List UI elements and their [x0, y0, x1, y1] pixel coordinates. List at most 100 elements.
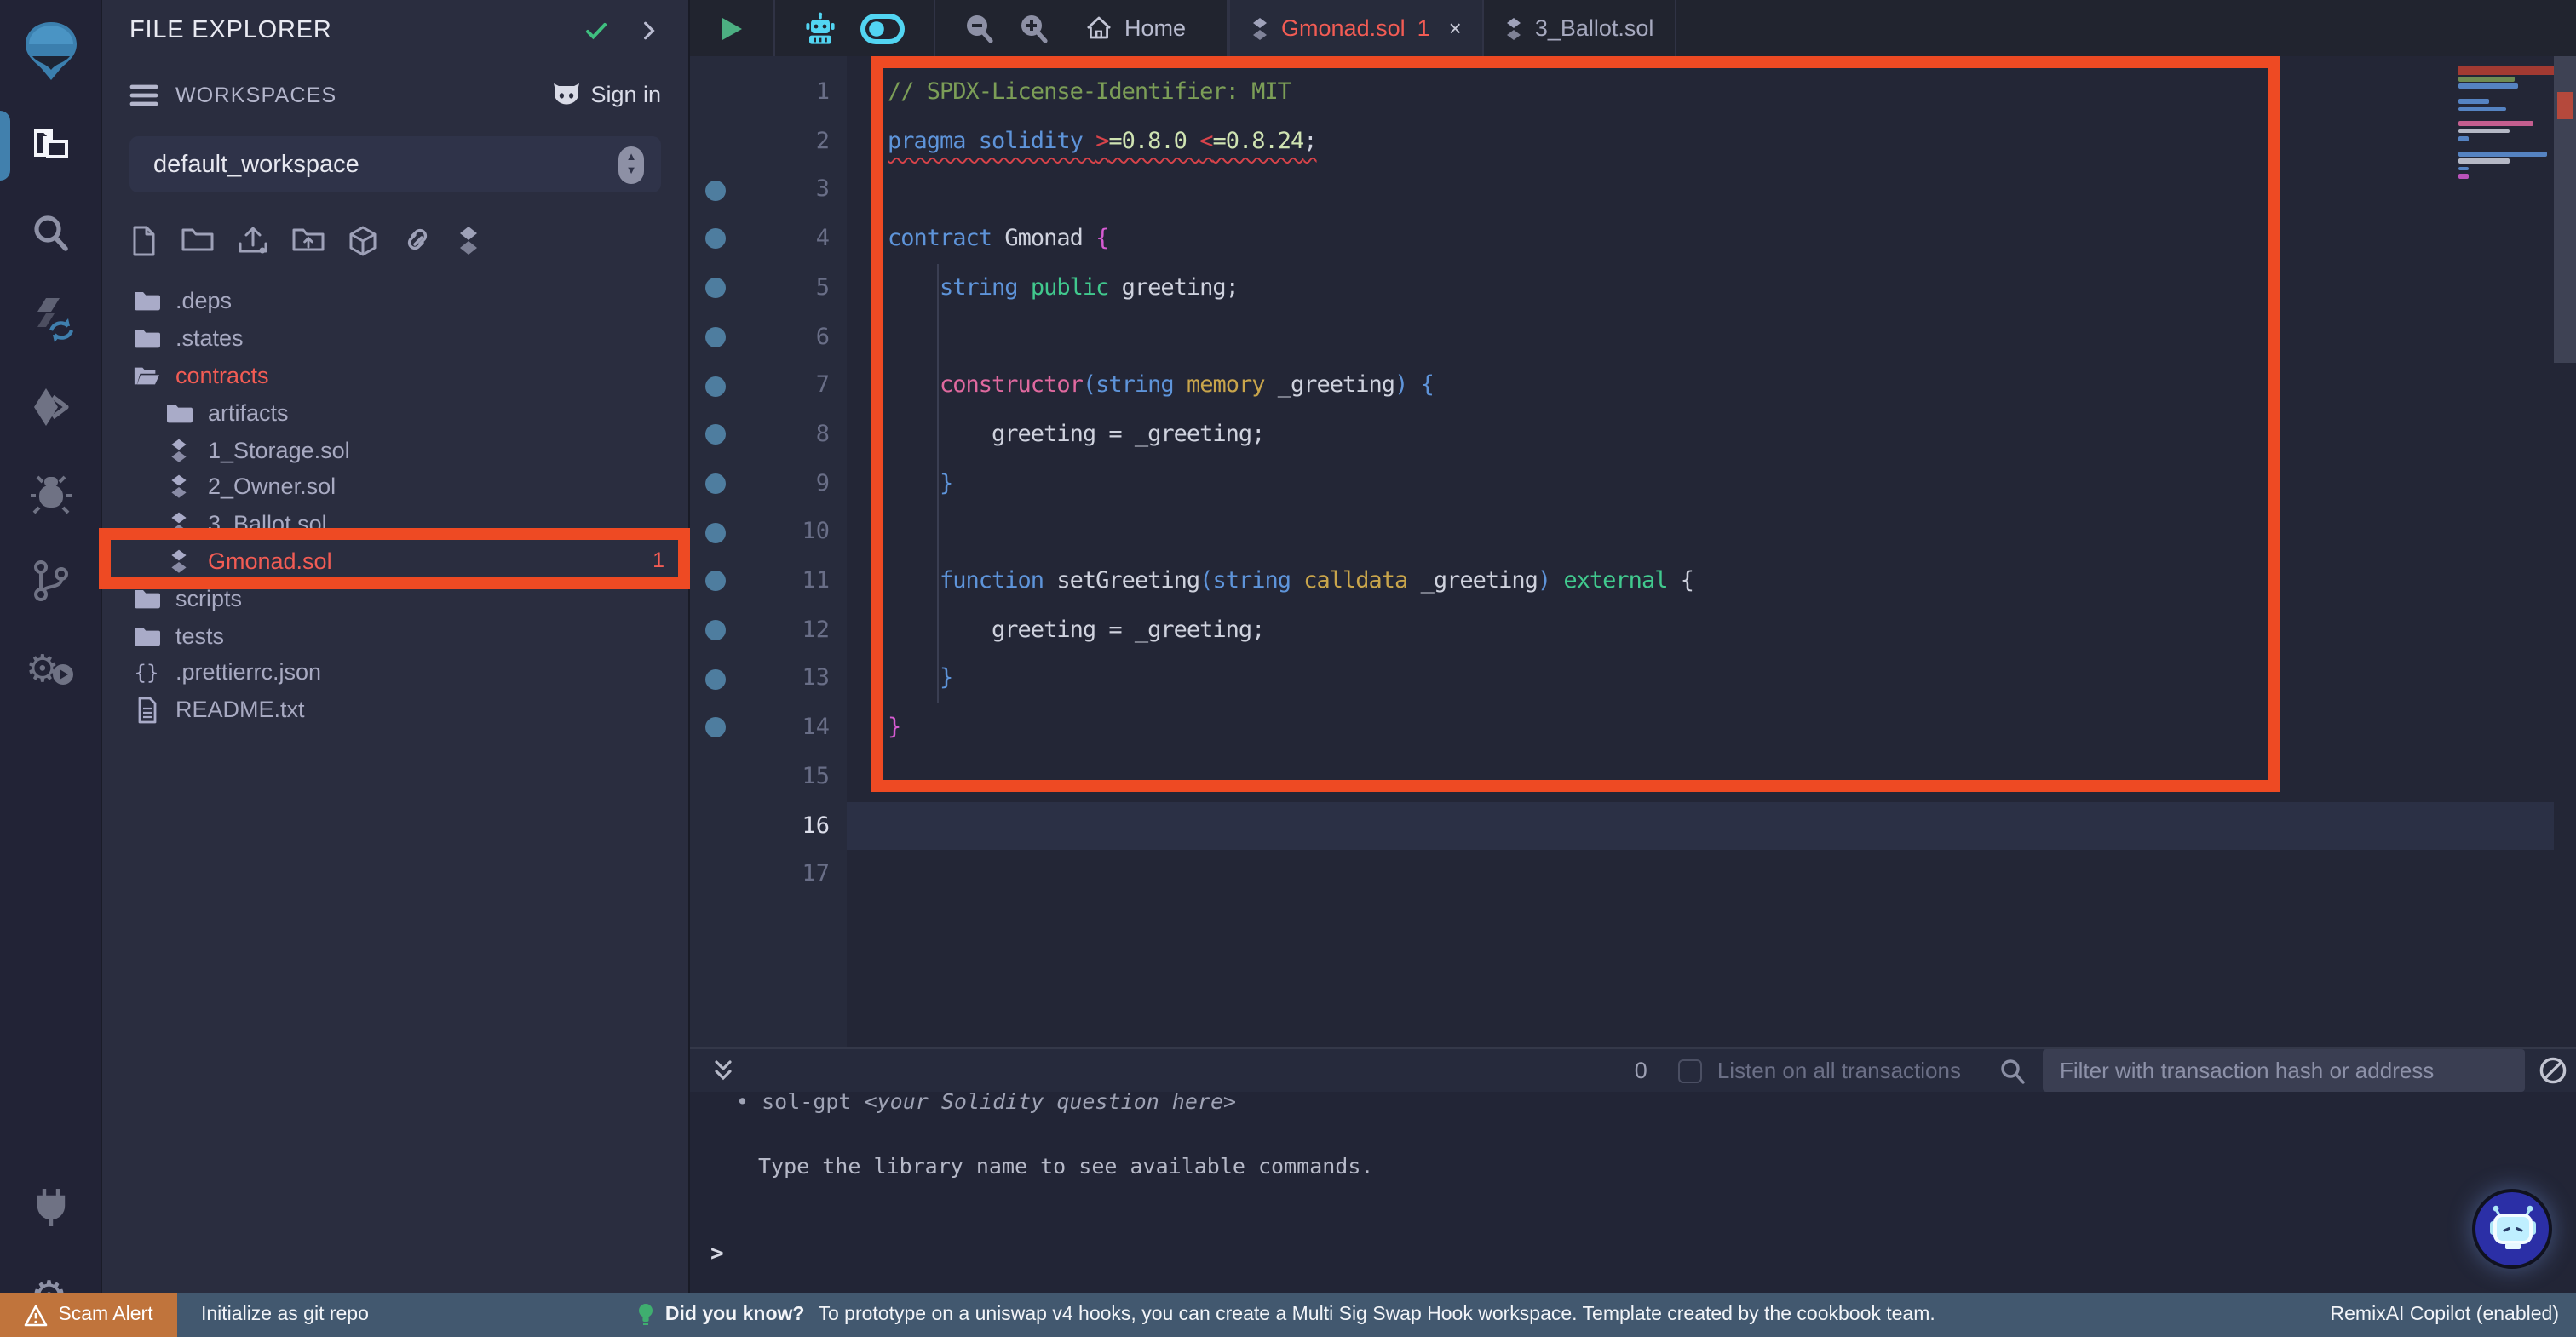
plugin-manager-icon[interactable] [0, 1163, 101, 1250]
upload-file-icon[interactable] [237, 225, 269, 257]
code-line-8: greeting = _greeting; [888, 410, 1264, 459]
explorer-toolbar [129, 225, 480, 257]
terminal-prompt[interactable]: > [710, 1242, 724, 1267]
did-you-know-tip: Did you know? To prototype on a uniswap … [638, 1303, 1935, 1327]
link-icon[interactable] [400, 225, 434, 257]
code-line-1: // SPDX-License-Identifier: MIT [888, 68, 1291, 117]
line-number: 5 [727, 264, 830, 313]
gutter-dot[interactable] [705, 327, 726, 347]
gutter-dot[interactable] [705, 620, 726, 640]
gutter-dot[interactable] [705, 425, 726, 445]
solidity-compiler-icon[interactable] [0, 276, 101, 363]
cube-icon[interactable] [348, 225, 378, 257]
solidity-file-icon [165, 511, 193, 537]
git-branch-icon[interactable] [0, 537, 101, 623]
tree-item-scripts[interactable]: scripts [102, 580, 688, 617]
line-number: 10 [727, 508, 830, 557]
tree-item-label: 2_Owner.sol [208, 474, 336, 500]
line-number: 7 [727, 361, 830, 410]
run-group [690, 0, 775, 56]
ai-assistant-button[interactable] [2472, 1189, 2552, 1269]
new-folder-icon[interactable] [181, 225, 215, 257]
tree-item-tests[interactable]: tests [102, 617, 688, 654]
plugin-gears-icon[interactable]: ⚙ [0, 623, 101, 710]
copilot-status[interactable]: RemixAI Copilot (enabled) [2331, 1305, 2559, 1325]
tab-ballot[interactable]: 3_Ballot.sol [1484, 0, 1676, 56]
tree-item-artifacts[interactable]: artifacts [102, 394, 688, 432]
gutter-dot[interactable] [705, 669, 726, 690]
line-number: 16 [727, 801, 830, 850]
tree-item--prettierrc-json[interactable]: {}.prettierrc.json [102, 654, 688, 691]
search-icon[interactable] [1998, 1057, 2026, 1084]
zoom-in-icon[interactable] [1019, 13, 1049, 43]
tree-item-readme-txt[interactable]: README.txt [102, 691, 688, 729]
listen-checkbox[interactable] [1678, 1059, 1702, 1082]
gutter-dot[interactable] [705, 718, 726, 738]
folder-icon [165, 402, 193, 424]
tree-item-3-ballot-sol[interactable]: 3_Ballot.sol [102, 506, 688, 543]
tab-error-badge: 1 [1417, 15, 1430, 41]
chevron-right-icon[interactable] [637, 19, 661, 43]
gutter-dot[interactable] [705, 278, 726, 298]
gutter-dot[interactable] [705, 522, 726, 542]
tree-item-gmonad-sol[interactable]: Gmonad.sol1 [102, 542, 688, 580]
code-area[interactable]: // SPDX-License-Identifier: MITpragma so… [847, 56, 2576, 1047]
deploy-run-icon[interactable] [0, 363, 101, 450]
new-file-icon[interactable] [129, 225, 158, 257]
copilot-toggle-icon[interactable] [860, 13, 905, 43]
icon-rail: ⚙⚙ [0, 0, 102, 1337]
tab-gmonad[interactable]: Gmonad.sol 1 × [1228, 0, 1484, 56]
workspace-select[interactable]: default_workspace ▲▼ [129, 136, 661, 192]
terminal-line: • sol-gpt <your Solidity question here> [736, 1092, 1236, 1114]
tree-item--states[interactable]: .states [102, 320, 688, 358]
ban-icon[interactable] [2539, 1056, 2567, 1085]
tree-item-2-owner-sol[interactable]: 2_Owner.sol [102, 468, 688, 506]
play-icon[interactable] [719, 14, 745, 42]
file-explorer-icon[interactable] [0, 102, 101, 189]
workspaces-row: WORKSPACES Sign in [102, 82, 688, 107]
code-editor[interactable]: 1234567891011121314151617 // SPDX-Licens… [690, 56, 2576, 1047]
workspaces-label: WORKSPACES [175, 83, 336, 106]
gutter-dot[interactable] [705, 376, 726, 396]
debugger-icon[interactable] [0, 450, 101, 537]
robot-icon[interactable] [804, 11, 837, 45]
search-icon[interactable] [0, 189, 101, 276]
tree-item--deps[interactable]: .deps [102, 283, 688, 320]
scam-alert-button[interactable]: Scam Alert [0, 1293, 177, 1337]
panel-header: FILE EXPLORER [102, 17, 688, 44]
gutter-dot[interactable] [705, 181, 726, 201]
check-icon[interactable] [583, 17, 610, 44]
solidity-file-icon [1251, 16, 1269, 40]
tree-item-1-storage-sol[interactable]: 1_Storage.sol [102, 431, 688, 468]
remix-logo-icon[interactable] [0, 0, 101, 102]
zoom-out-icon[interactable] [964, 13, 995, 43]
tree-item-contracts[interactable]: contracts [102, 357, 688, 394]
sign-in-button[interactable]: Sign in [551, 82, 661, 107]
double-chevron-down-icon[interactable] [710, 1058, 736, 1083]
workspace-name: default_workspace [153, 151, 618, 178]
code-line-4: contract Gmonad { [888, 215, 1108, 263]
hamburger-icon[interactable] [129, 83, 158, 106]
folder-icon [133, 327, 160, 349]
line-number: 8 [727, 410, 830, 459]
tab-close-icon[interactable]: × [1449, 15, 1462, 41]
indent-guide [937, 264, 939, 704]
stepper-icon: ▲▼ [618, 146, 644, 183]
page-title: FILE EXPLORER [129, 17, 332, 44]
transaction-filter-input[interactable] [2043, 1049, 2525, 1092]
tree-item-label: .deps [175, 289, 232, 314]
gutter-dot[interactable] [705, 571, 726, 592]
braces-icon: {} [133, 661, 160, 685]
code-line-13: } [888, 655, 952, 703]
line-number: 6 [727, 313, 830, 361]
gutter-dot[interactable] [705, 229, 726, 250]
tree-item-label: README.txt [175, 697, 305, 722]
tab-home[interactable]: Home [1061, 15, 1210, 41]
terminal-output[interactable]: • sol-gpt <your Solidity question here> … [690, 1092, 2576, 1293]
editor-gutter: 1234567891011121314151617 [690, 56, 847, 1047]
line-number: 12 [727, 605, 830, 654]
gutter-dot[interactable] [705, 473, 726, 494]
upload-folder-icon[interactable] [291, 225, 325, 257]
git-init-button[interactable]: Initialize as git repo [201, 1305, 369, 1325]
solidity-icon[interactable] [457, 225, 480, 257]
